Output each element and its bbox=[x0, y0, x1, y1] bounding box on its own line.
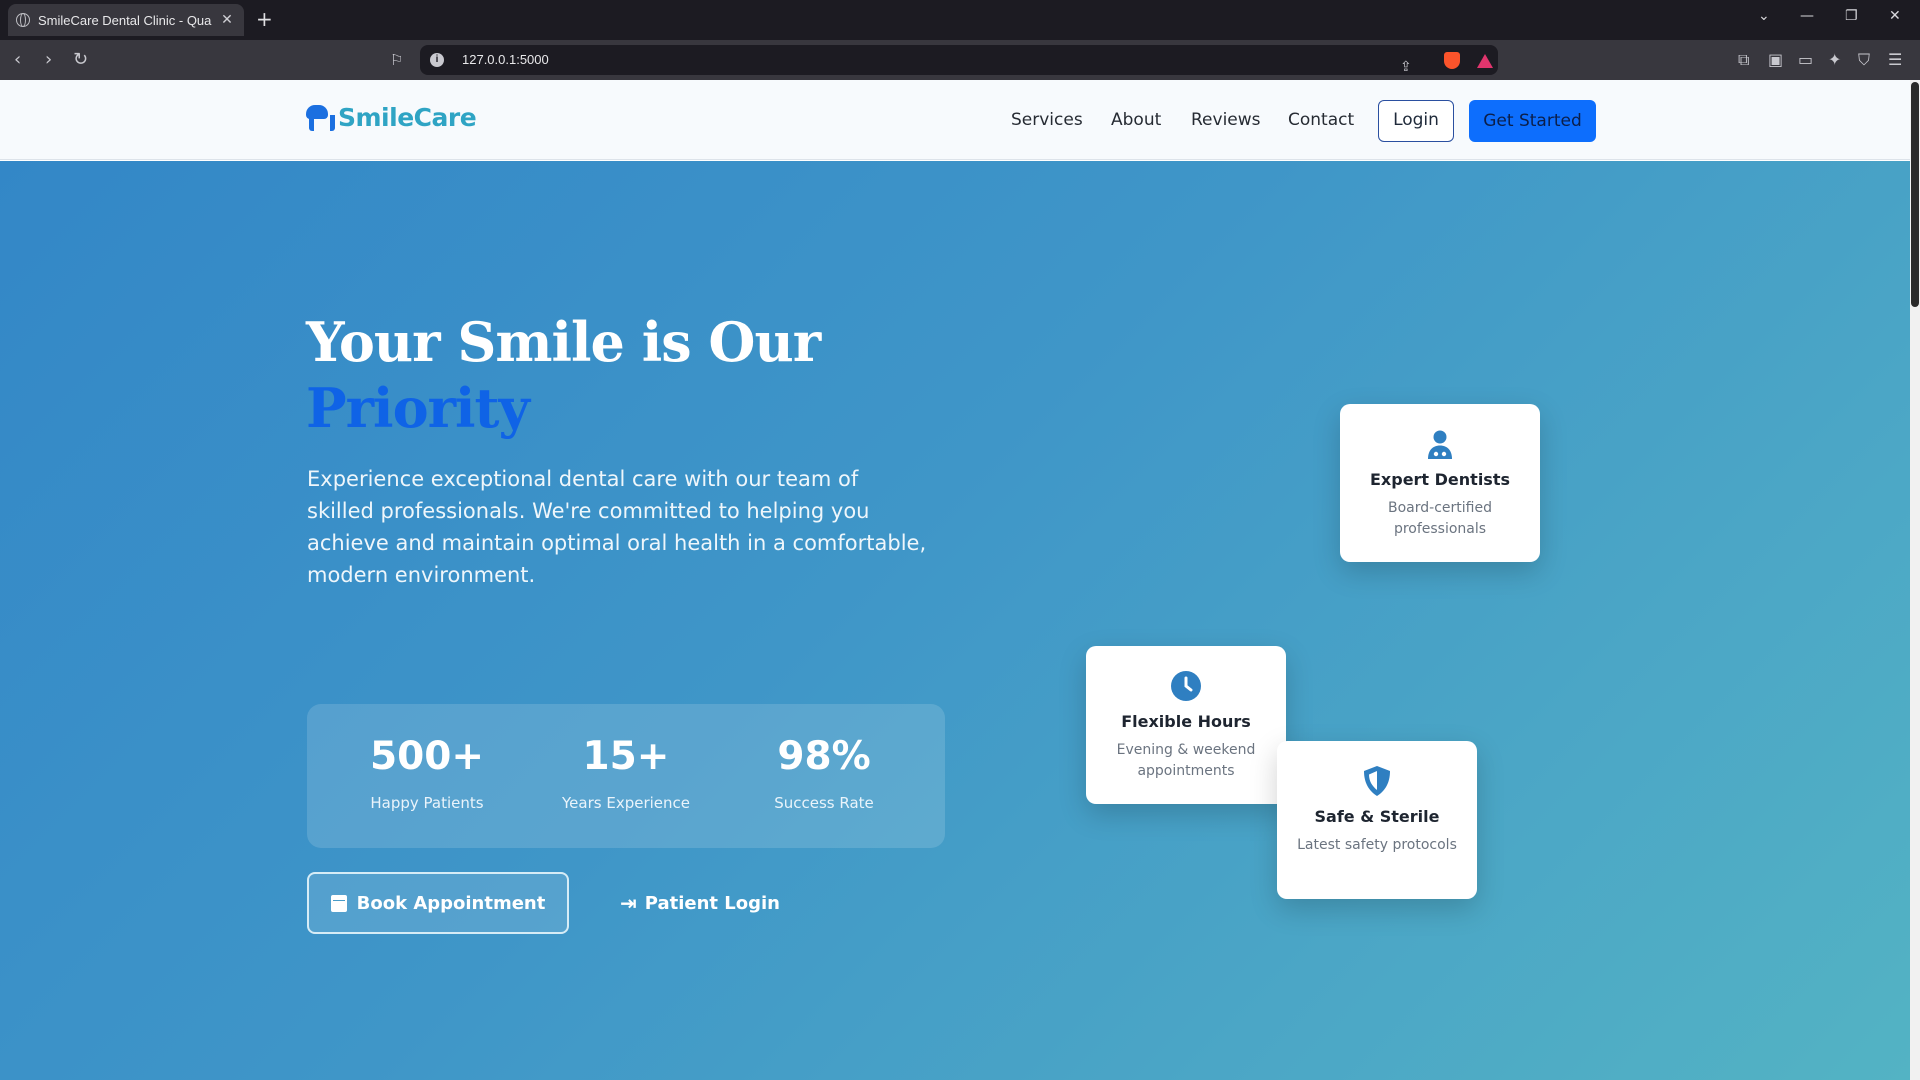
site-logo[interactable]: SmileCare bbox=[306, 103, 477, 132]
site-info-icon[interactable]: i bbox=[430, 53, 444, 67]
stats-panel: 500+ Happy Patients 15+ Years Experience… bbox=[307, 704, 945, 848]
nav-link-about[interactable]: About bbox=[1111, 110, 1161, 130]
shield-icon bbox=[1364, 766, 1390, 796]
hero-title: Your Smile is Our Priority bbox=[306, 309, 821, 441]
hero-description: Experience exceptional dental care with … bbox=[307, 467, 927, 587]
card-title: Safe & Sterile bbox=[1314, 807, 1440, 826]
brand-name: SmileCare bbox=[338, 103, 477, 132]
tab-title: SmileCare Dental Clinic - Quality bbox=[38, 12, 212, 28]
tab-close-button[interactable]: ✕ bbox=[218, 12, 236, 28]
menu-icon[interactable]: ☰ bbox=[1888, 49, 1902, 71]
extensions-icon[interactable]: ⧉ bbox=[1738, 49, 1749, 71]
stat-value: 500+ bbox=[369, 734, 485, 779]
login-button[interactable]: Login bbox=[1378, 100, 1454, 142]
globe-icon bbox=[16, 13, 30, 27]
stat-label: Years Experience bbox=[562, 794, 690, 812]
nav-contact[interactable]: Contact bbox=[1288, 80, 1354, 160]
reload-button[interactable]: ↻ bbox=[73, 49, 88, 71]
card-title: Expert Dentists bbox=[1369, 470, 1510, 489]
address-bar[interactable]: i 127.0.0.1:5000 ⇪ bbox=[420, 45, 1498, 75]
restore-button[interactable]: ❐ bbox=[1845, 8, 1858, 24]
brave-rewards-icon[interactable] bbox=[1477, 54, 1493, 68]
patient-login-label: Patient Login bbox=[644, 892, 780, 914]
page-viewport: SmileCare Services About Reviews Contact… bbox=[0, 80, 1920, 1080]
sign-in-icon: ⇥ bbox=[620, 891, 637, 915]
stat-value: 15+ bbox=[582, 734, 670, 779]
browser-tab[interactable]: SmileCare Dental Clinic - Quality ✕ bbox=[8, 4, 244, 36]
hero-title-accent: Priority bbox=[306, 376, 530, 440]
hero-title-line: Your Smile is Our bbox=[306, 310, 821, 374]
nav-about[interactable]: About bbox=[1111, 80, 1161, 160]
stat-years-experience: 15+ Years Experience bbox=[526, 734, 726, 812]
stat-success-rate: 98% Success Rate bbox=[724, 734, 924, 812]
book-appointment-label: Book Appointment bbox=[356, 892, 546, 914]
nav-link-services[interactable]: Services bbox=[1011, 110, 1083, 130]
stat-label: Happy Patients bbox=[370, 794, 484, 812]
hero-section: Your Smile is Our Priority Experience ex… bbox=[0, 161, 1910, 1080]
nav-services[interactable]: Services bbox=[1011, 80, 1083, 160]
page-scrollbar-thumb[interactable] bbox=[1911, 82, 1919, 307]
sidebar-icon[interactable]: ▣ bbox=[1768, 49, 1783, 71]
stat-value: 98% bbox=[777, 734, 871, 779]
card-description: Evening & weekend appointments bbox=[1116, 742, 1256, 779]
share-icon[interactable]: ⇪ bbox=[1400, 51, 1412, 81]
minimize-button[interactable]: — bbox=[1800, 8, 1814, 24]
new-tab-button[interactable]: + bbox=[256, 8, 273, 30]
site-header: SmileCare Services About Reviews Contact… bbox=[0, 80, 1910, 160]
browser-toolbar: ‹ › ↻ ⚐ i 127.0.0.1:5000 ⇪ ⧉ ▣ ▭ ✦ ⛉ ☰ bbox=[0, 40, 1920, 80]
stat-happy-patients: 500+ Happy Patients bbox=[327, 734, 527, 812]
nav-reviews[interactable]: Reviews bbox=[1191, 80, 1261, 160]
wallet-icon[interactable]: ▭ bbox=[1798, 49, 1813, 71]
feature-card-safe-sterile: Safe & Sterile Latest safety protocols bbox=[1277, 741, 1477, 899]
card-title: Flexible Hours bbox=[1121, 712, 1251, 731]
feature-card-flexible-hours: Flexible Hours Evening & weekend appoint… bbox=[1086, 646, 1286, 804]
browser-tabstrip: SmileCare Dental Clinic - Quality ✕ + ⌄ … bbox=[0, 0, 1920, 40]
brave-shields-icon[interactable] bbox=[1444, 52, 1460, 69]
clock-icon bbox=[1171, 671, 1201, 701]
url-text: 127.0.0.1:5000 bbox=[462, 52, 549, 67]
bookmark-icon[interactable]: ⚐ bbox=[390, 49, 403, 71]
tab-list-chevron-icon[interactable]: ⌄ bbox=[1758, 8, 1770, 24]
calendar-icon bbox=[330, 894, 347, 912]
stat-label: Success Rate bbox=[774, 794, 874, 812]
close-window-button[interactable]: ✕ bbox=[1889, 8, 1901, 24]
nav-link-reviews[interactable]: Reviews bbox=[1191, 110, 1261, 130]
doctor-icon bbox=[1428, 430, 1452, 459]
feature-card-expert-dentists: Expert Dentists Board-certified professi… bbox=[1340, 404, 1540, 562]
card-description: Latest safety protocols bbox=[1297, 837, 1457, 853]
book-appointment-button[interactable]: Book Appointment bbox=[307, 872, 569, 934]
tooth-icon bbox=[306, 104, 335, 131]
get-started-button[interactable]: Get Started bbox=[1469, 100, 1596, 142]
forward-button[interactable]: › bbox=[45, 49, 52, 71]
card-description: Board-certified professionals bbox=[1388, 500, 1492, 537]
back-button[interactable]: ‹ bbox=[14, 49, 21, 71]
nav-link-contact[interactable]: Contact bbox=[1288, 110, 1354, 130]
leo-ai-icon[interactable]: ✦ bbox=[1828, 49, 1841, 71]
vpn-shield-icon[interactable]: ⛉ bbox=[1858, 49, 1870, 71]
patient-login-button[interactable]: ⇥ Patient Login bbox=[620, 872, 780, 934]
